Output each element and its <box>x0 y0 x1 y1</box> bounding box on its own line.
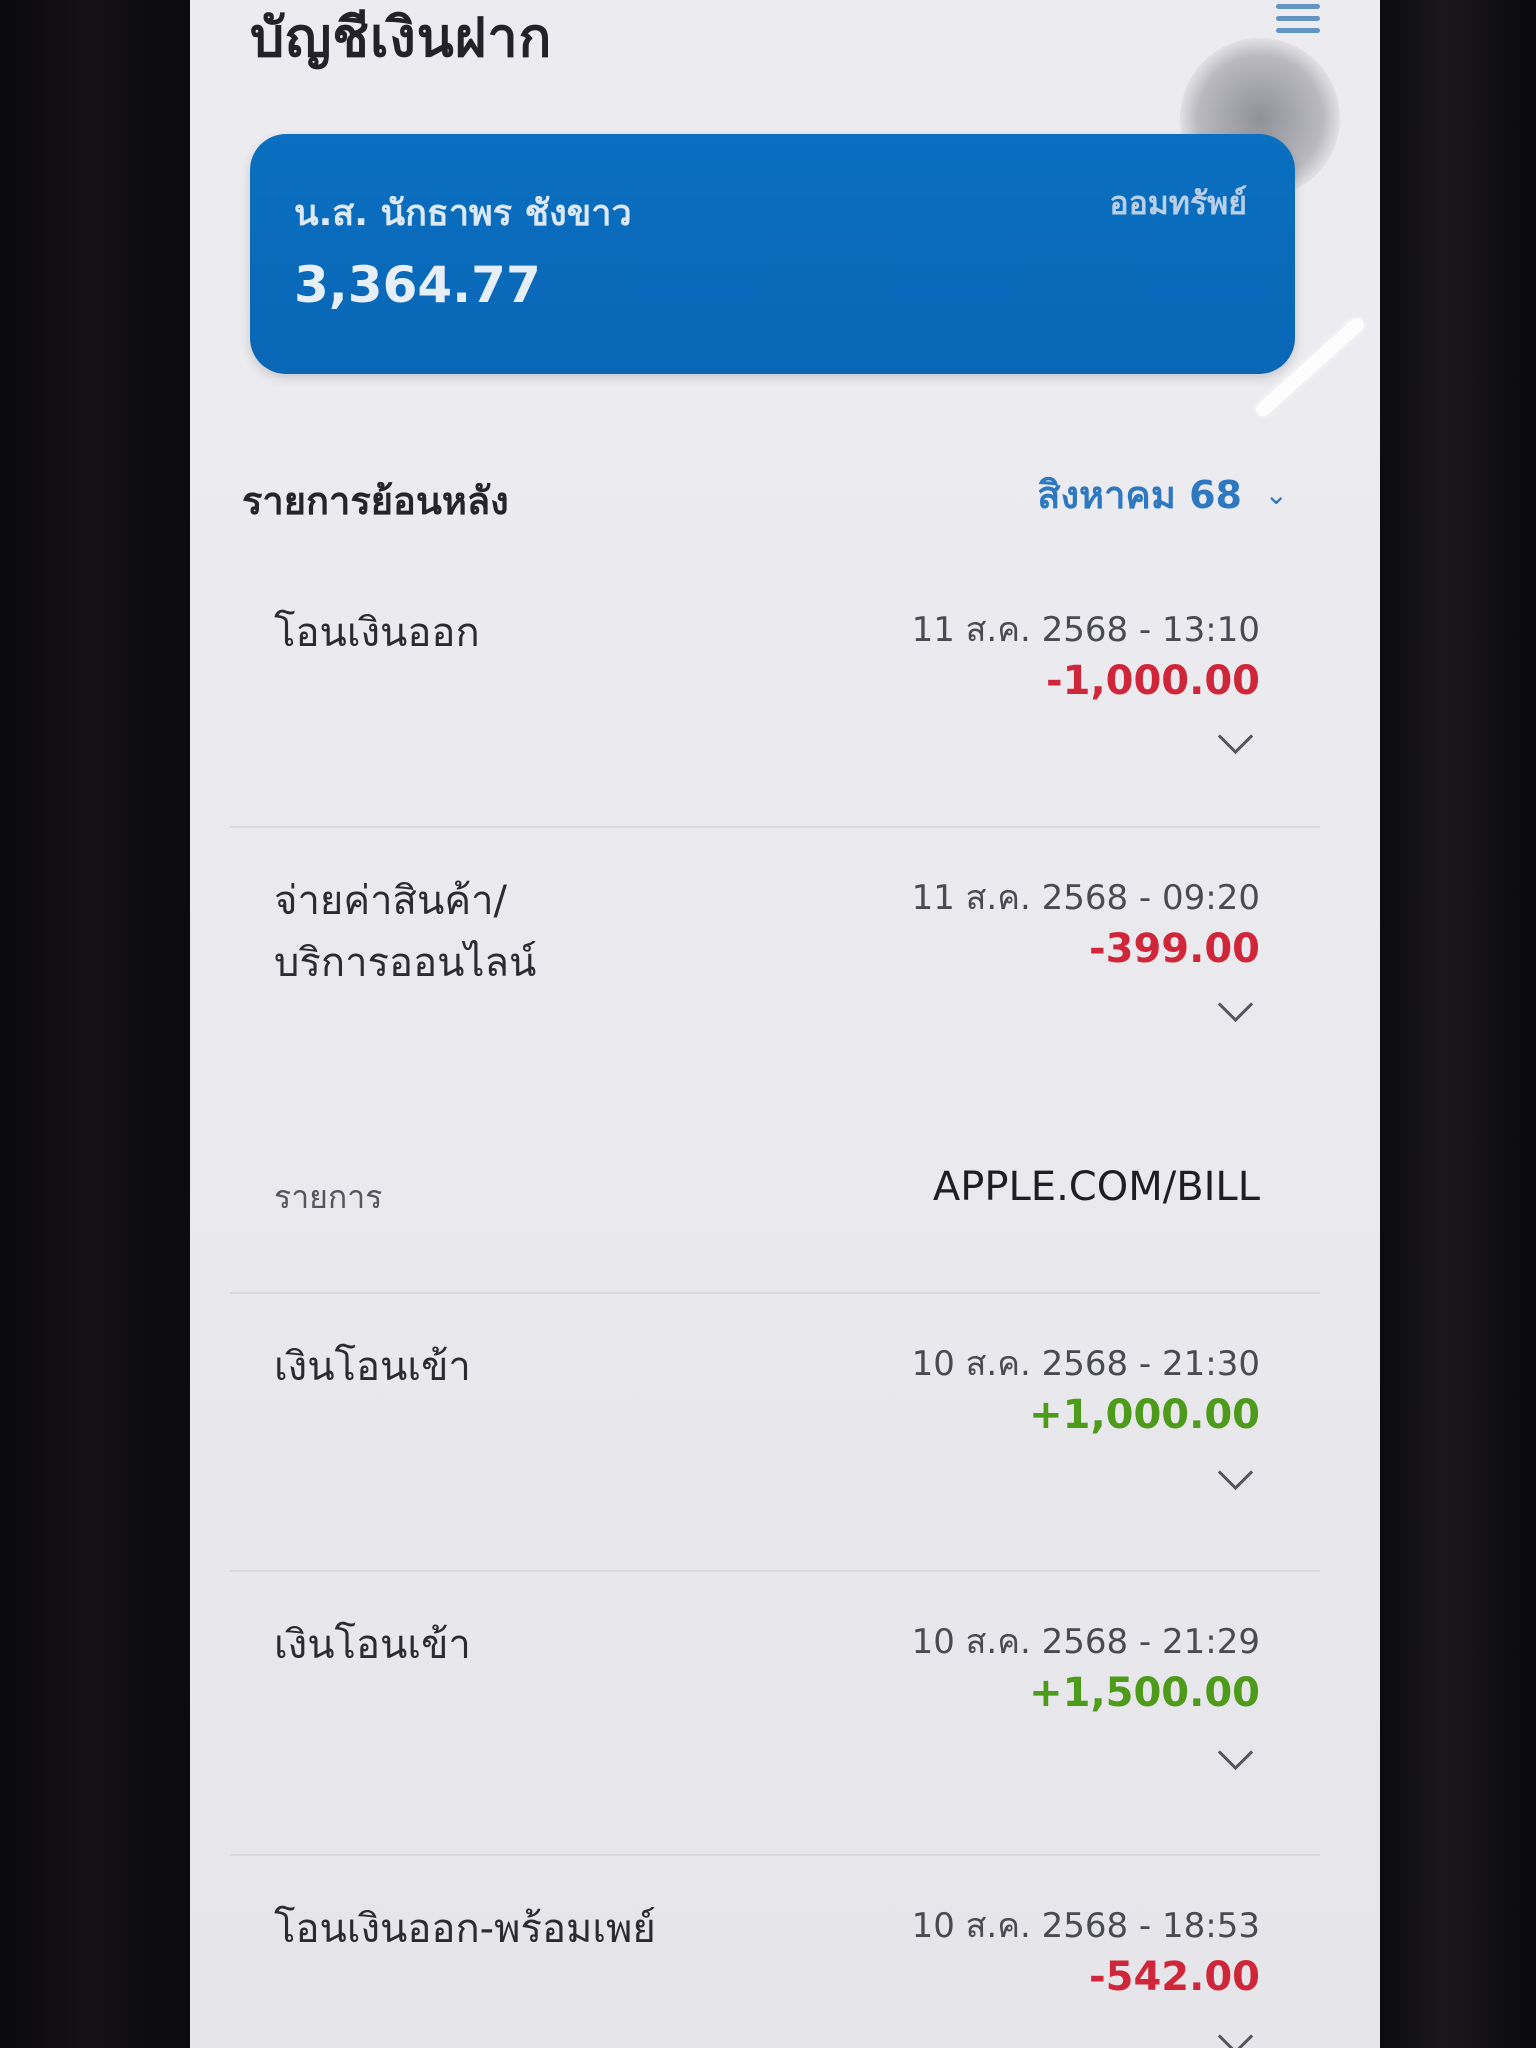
page-title: บัญชีเงินฝาก <box>250 6 553 69</box>
detail-label: รายการ <box>274 1178 383 1216</box>
transaction-row[interactable]: เงินโอนเข้า 10 ส.ค. 2568 - 21:30 +1,000.… <box>230 1294 1320 1572</box>
chevron-down-icon[interactable] <box>1217 718 1254 755</box>
month-selector[interactable]: สิงหาคม 68 <box>1037 464 1242 525</box>
transaction-datetime: 10 ส.ค. 2568 - 21:30 <box>911 1344 1260 1384</box>
transaction-row[interactable]: โอนเงินออก-พร้อมเพย์ 10 ส.ค. 2568 - 18:5… <box>230 1856 1320 2048</box>
transaction-amount: -1,000.00 <box>1046 658 1260 704</box>
transaction-datetime: 11 ส.ค. 2568 - 09:20 <box>911 878 1260 918</box>
account-card[interactable]: น.ส. นักธาพร ชังขาว ออมทรัพย์ 3,364.77 <box>250 134 1295 374</box>
transaction-amount: -399.00 <box>1089 926 1260 972</box>
transaction-title: โอนเงินออก <box>274 610 480 656</box>
detail-value: APPLE.COM/BILL <box>932 1164 1260 1210</box>
account-balance: 3,364.77 <box>294 256 541 314</box>
transaction-amount: +1,500.00 <box>1029 1670 1260 1716</box>
history-header: รายการย้อนหลัง สิงหาคม 68 ⌄ <box>242 470 1302 530</box>
transaction-title: โอนเงินออก-พร้อมเพย์ <box>274 1906 656 1952</box>
chevron-down-icon[interactable]: ⌄ <box>1265 478 1288 511</box>
transaction-detail-row: รายการ APPLE.COM/BILL <box>230 1092 1320 1294</box>
account-holder-name: น.ส. นักธาพร ชังขาว <box>294 193 632 234</box>
transaction-title: จ่ายค่าสินค้า/ บริการออนไลน์ <box>274 878 537 986</box>
hamburger-menu-icon[interactable] <box>1276 4 1320 44</box>
transaction-datetime: 10 ส.ค. 2568 - 18:53 <box>911 1906 1260 1946</box>
transaction-row[interactable]: เงินโอนเข้า 10 ส.ค. 2568 - 21:29 +1,500.… <box>230 1572 1320 1856</box>
transaction-title: เงินโอนเข้า <box>274 1344 471 1390</box>
transaction-datetime: 11 ส.ค. 2568 - 13:10 <box>911 610 1260 650</box>
transaction-row[interactable]: จ่ายค่าสินค้า/ บริการออนไลน์ 11 ส.ค. 256… <box>230 828 1320 1092</box>
transaction-title: เงินโอนเข้า <box>274 1622 471 1668</box>
chevron-down-icon[interactable] <box>1217 1734 1254 1771</box>
chevron-down-icon[interactable] <box>1217 2018 1254 2048</box>
chevron-up-icon[interactable] <box>1217 986 1254 1023</box>
transaction-amount: -542.00 <box>1089 1954 1260 2000</box>
app-screen: บัญชีเงินฝาก น.ส. นักธาพร ชังขาว ออมทรัพ… <box>190 0 1380 2048</box>
phone-frame: บัญชีเงินฝาก น.ส. นักธาพร ชังขาว ออมทรัพ… <box>0 0 1536 2048</box>
chevron-down-icon[interactable] <box>1217 1454 1254 1491</box>
transaction-list: โอนเงินออก 11 ส.ค. 2568 - 13:10 -1,000.0… <box>230 560 1320 2048</box>
transaction-datetime: 10 ส.ค. 2568 - 21:29 <box>911 1622 1260 1662</box>
history-title: รายการย้อนหลัง <box>242 479 509 523</box>
account-type: ออมทรัพย์ <box>1109 184 1247 222</box>
transaction-amount: +1,000.00 <box>1029 1392 1260 1438</box>
transaction-row[interactable]: โอนเงินออก 11 ส.ค. 2568 - 13:10 -1,000.0… <box>230 560 1320 828</box>
